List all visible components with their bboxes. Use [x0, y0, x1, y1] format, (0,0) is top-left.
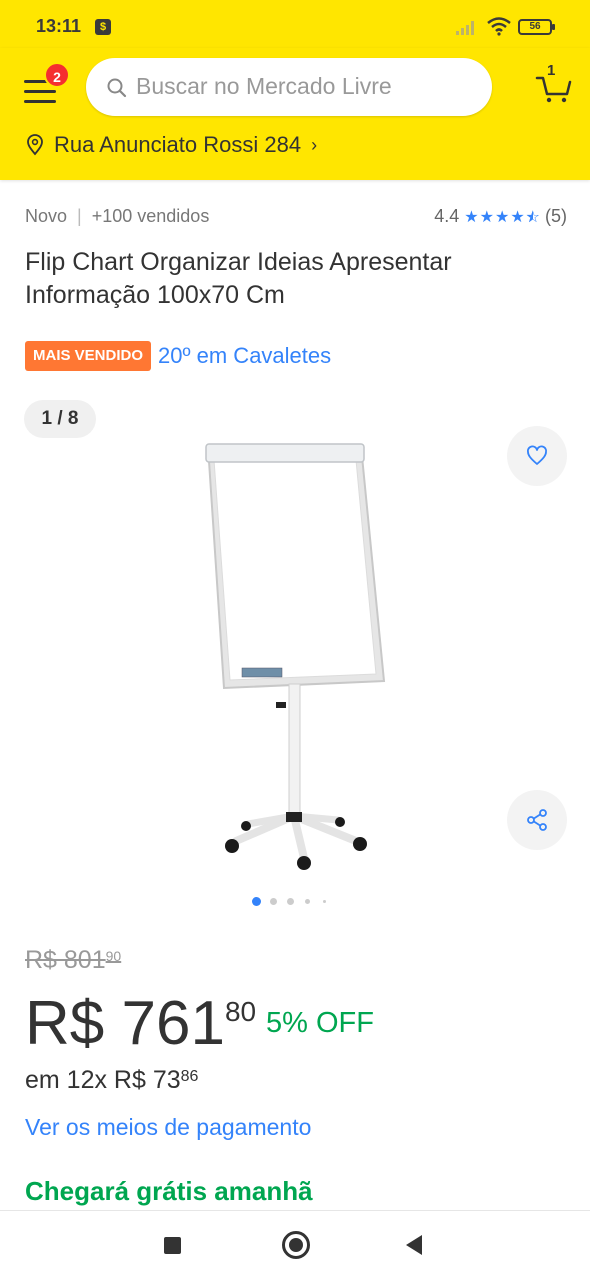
- status-time: 13:11: [36, 16, 82, 36]
- carousel-dot[interactable]: [252, 897, 261, 906]
- favorite-button[interactable]: [507, 426, 567, 486]
- rating-value: 4.4: [434, 206, 460, 226]
- rating-summary[interactable]: 4.4 ★★★★☆★ (5): [434, 206, 567, 227]
- current-price: R$ 76180: [25, 988, 256, 1059]
- home-icon[interactable]: [282, 1231, 310, 1259]
- category-ranking-link[interactable]: 20º em Cavaletes: [158, 343, 331, 369]
- installments-cents: 86: [180, 1068, 199, 1085]
- condition: Novo: [25, 206, 68, 226]
- image-gallery[interactable]: 1 / 8: [0, 396, 590, 896]
- recent-apps-icon[interactable]: [164, 1237, 181, 1254]
- address-text: Rua Anunciato Rossi 284: [54, 132, 302, 157]
- share-icon: [527, 809, 547, 831]
- original-price: R$ 80190: [25, 946, 121, 975]
- installments: em 12x R$ 7386: [25, 1066, 198, 1095]
- notification-badge: 2: [44, 62, 70, 88]
- heart-icon: [527, 445, 547, 465]
- carousel-dot[interactable]: [305, 899, 310, 904]
- cart-count: 1: [547, 62, 556, 79]
- battery-icon: 56: [518, 19, 555, 35]
- original-price-main: R$ 801: [25, 946, 106, 974]
- status-bar: 13:11 $ 56: [0, 0, 590, 48]
- back-icon[interactable]: [406, 1235, 422, 1255]
- carousel-dot[interactable]: [270, 898, 277, 905]
- product-image[interactable]: [196, 416, 406, 876]
- original-price-cents: 90: [105, 948, 122, 964]
- search-placeholder: Buscar no Mercado Livre: [136, 73, 392, 99]
- app-header: 2 Buscar no Mercado Livre 1 Rua Anunciat…: [0, 48, 590, 180]
- rating-count: (5): [545, 206, 567, 226]
- share-button[interactable]: [507, 790, 567, 850]
- best-seller-badge: MAIS VENDIDO: [25, 341, 152, 371]
- current-price-cents: 80: [224, 996, 257, 1027]
- shipping-info: Chegará grátis amanhã: [25, 1176, 313, 1206]
- carousel-dot[interactable]: [323, 900, 326, 903]
- product-meta: Novo | +100 vendidos 4.4 ★★★★☆★ (5): [25, 206, 567, 230]
- product-title: Flip Chart Organizar Ideias Apresentar I…: [25, 248, 452, 309]
- app-notification-icon: $: [95, 19, 111, 35]
- search-icon: [107, 78, 127, 98]
- carousel-dots[interactable]: [0, 897, 590, 907]
- badges-row: MAIS VENDIDO 20º em Cavaletes: [25, 340, 331, 372]
- installments-main: em 12x R$ 73: [25, 1066, 181, 1094]
- chevron-right-icon: ›: [311, 134, 318, 155]
- discount-label: 5% OFF: [266, 1007, 374, 1039]
- carousel-dot[interactable]: [287, 898, 294, 905]
- separator: |: [77, 206, 82, 226]
- wifi-icon: [487, 17, 511, 36]
- system-nav-bar: [0, 1210, 590, 1280]
- rating-stars-icon: ★★★★☆★: [464, 208, 541, 226]
- search-input[interactable]: Buscar no Mercado Livre: [86, 58, 492, 116]
- address-selector[interactable]: Rua Anunciato Rossi 284 ›: [26, 130, 317, 160]
- location-pin-icon: [27, 134, 43, 156]
- sold-count: +100 vendidos: [91, 206, 210, 226]
- payment-methods-link[interactable]: Ver os meios de pagamento: [25, 1114, 311, 1141]
- image-counter: 1 / 8: [24, 400, 96, 438]
- signal-icon: [456, 21, 474, 35]
- condition-sold: Novo | +100 vendidos: [25, 206, 209, 227]
- current-price-main: R$ 761: [25, 989, 225, 1058]
